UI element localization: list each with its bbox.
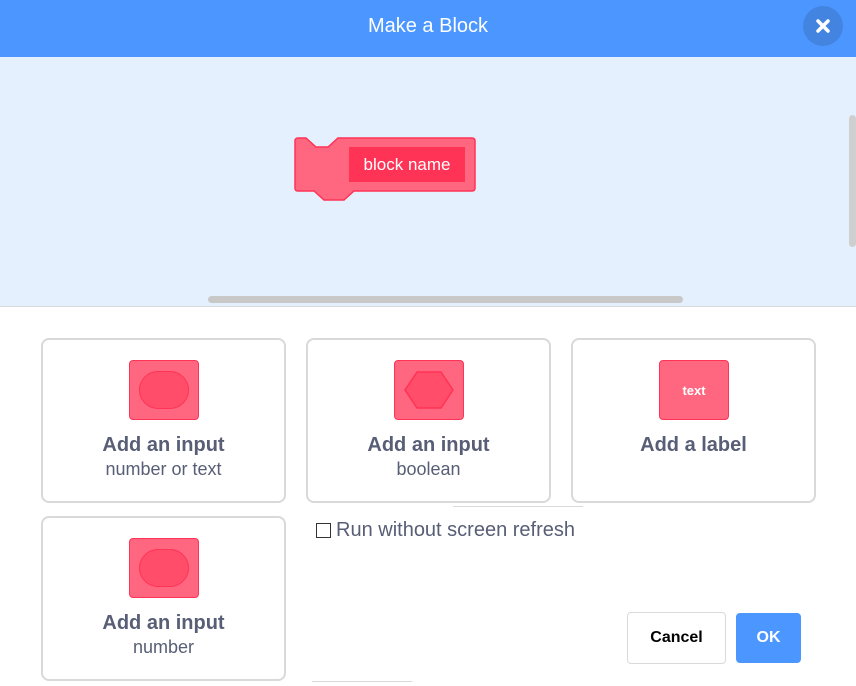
card-subtitle: boolean — [396, 459, 461, 479]
close-icon — [816, 19, 830, 33]
text-label-icon: text — [659, 360, 729, 420]
dialog-title: Make a Block — [367, 15, 489, 37]
checkbox[interactable] — [316, 523, 331, 538]
run-without-refresh-label: Run without screen refresh — [336, 519, 576, 541]
card-title: Add a label — [640, 434, 747, 456]
add-input-number-button[interactable]: Add an input number — [41, 516, 286, 681]
oval-input-icon — [129, 360, 199, 420]
ok-button[interactable]: OK — [736, 613, 801, 663]
add-input-number-or-text-button[interactable]: Add an input number or text — [41, 338, 286, 503]
add-label-button[interactable]: text Add a label — [571, 338, 816, 503]
divider — [312, 681, 412, 682]
boolean-input-icon — [394, 360, 464, 420]
cancel-button[interactable]: Cancel — [627, 612, 726, 664]
card-title: Add an input — [102, 612, 225, 634]
label-icon-text: text — [682, 382, 706, 398]
oval-input-icon — [129, 538, 199, 598]
close-button[interactable] — [803, 6, 843, 46]
block-name-input[interactable]: block name — [349, 147, 465, 182]
card-title: Add an input — [367, 434, 490, 456]
card-title: Add an input — [102, 434, 225, 456]
vertical-scrollbar[interactable] — [849, 115, 856, 247]
card-subtitle: number — [132, 637, 195, 657]
run-without-refresh-checkbox[interactable]: Run without screen refresh — [316, 519, 575, 542]
add-input-boolean-button[interactable]: Add an input boolean — [306, 338, 551, 503]
divider — [453, 506, 583, 507]
horizontal-scrollbar[interactable] — [208, 296, 683, 303]
card-subtitle: number or text — [105, 459, 222, 479]
dialog-header: Make a Block — [0, 0, 856, 57]
